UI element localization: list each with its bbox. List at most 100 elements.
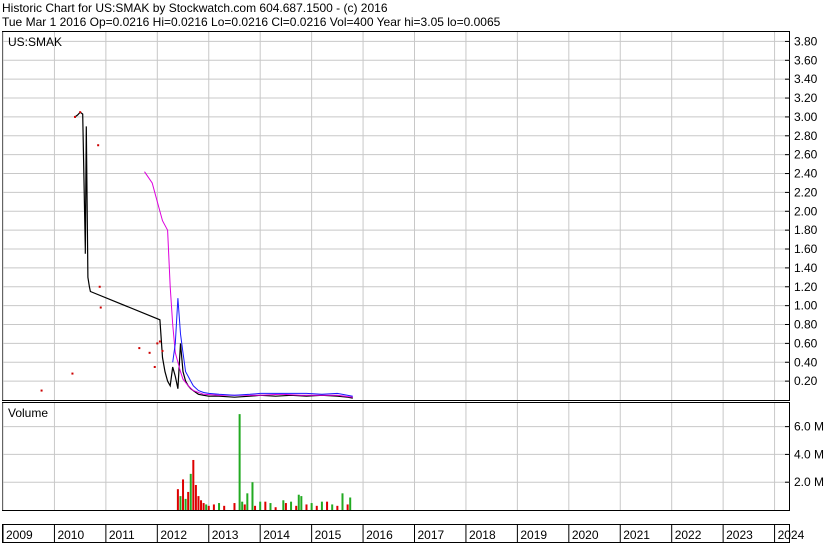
volume-bar	[331, 504, 334, 510]
volume-panel-title: Volume	[8, 406, 48, 420]
axis-ticks: 2009 2010 2011 2012 2013 2014 2015 2016 2017 2018…	[2, 34, 824, 543]
y-tick-label: 1.60	[794, 242, 818, 256]
grid-lines	[2, 32, 790, 510]
volume-bar	[264, 501, 267, 510]
y-tick-label: 2.80	[794, 129, 818, 143]
vol-tick-label: 2.0 M	[794, 475, 824, 489]
volume-bar	[241, 501, 244, 510]
y-tick-label: 2.20	[794, 185, 818, 199]
volume-bar	[300, 496, 303, 510]
price-dot	[148, 351, 151, 354]
y-tick-label: 1.40	[794, 261, 818, 275]
y-tick-label: 1.20	[794, 280, 818, 294]
x-tick-label: 2014	[263, 528, 290, 542]
x-tick-label: 2023	[726, 528, 753, 542]
vol-tick-label: 4.0 M	[794, 447, 824, 461]
y-tick-label: 3.80	[794, 34, 818, 48]
price-dot	[138, 347, 141, 350]
price-dot	[40, 389, 43, 392]
y-tick-label: 3.60	[794, 53, 818, 67]
volume-bar	[269, 503, 272, 510]
volume-bar	[251, 482, 254, 510]
y-tick-label: 0.20	[794, 374, 818, 388]
x-tick-label: 2012	[160, 528, 187, 542]
volume-bar	[233, 503, 236, 510]
volume-bars	[176, 414, 352, 510]
volume-bar	[218, 503, 221, 510]
volume-bar	[184, 498, 187, 510]
x-tick-label: 2010	[57, 528, 84, 542]
price-panel-title: US:SMAK	[8, 35, 62, 49]
y-tick-label: 1.00	[794, 299, 818, 313]
y-tick-label: 3.20	[794, 91, 818, 105]
volume-bar	[212, 504, 215, 510]
stock-chart: 2009 2010 2011 2012 2013 2014 2015 2016 2017 2018…	[2, 31, 824, 543]
y-tick-label: 0.60	[794, 336, 818, 350]
volume-bar	[254, 505, 257, 510]
vol-tick-label: 6.0 M	[794, 420, 824, 434]
y-tick-label: 3.40	[794, 72, 818, 86]
volume-bar	[320, 501, 323, 510]
x-tick-label: 2022	[675, 528, 702, 542]
volume-bar	[176, 489, 179, 510]
price-dot	[98, 285, 101, 288]
volume-bar	[189, 473, 192, 510]
y-tick-label: 0.40	[794, 355, 818, 369]
x-tick-label: 2013	[212, 528, 239, 542]
x-tick-label: 2009	[6, 528, 33, 542]
price-dot	[153, 365, 156, 368]
volume-bar	[259, 501, 262, 510]
x-tick-label: 2018	[469, 528, 496, 542]
price-dot	[156, 342, 159, 345]
y-tick-label: 3.00	[794, 110, 818, 124]
volume-bar	[192, 459, 195, 510]
volume-bar	[282, 500, 285, 510]
volume-bar	[346, 504, 349, 510]
price-dot	[161, 349, 164, 352]
ma_long-line	[144, 171, 353, 398]
volume-bar	[349, 497, 352, 510]
y-tick-label: 1.80	[794, 223, 818, 237]
volume-bar	[179, 496, 182, 510]
volume-bar	[305, 504, 308, 510]
volume-bar	[197, 496, 200, 510]
volume-bar	[243, 504, 246, 510]
volume-bar	[341, 493, 344, 510]
price-dot	[71, 372, 74, 375]
price-dot	[99, 306, 102, 309]
volume-bar	[187, 491, 190, 510]
volume-bar	[297, 494, 300, 510]
x-tick-label: 2017	[418, 528, 445, 542]
x-tick-label: 2021	[623, 528, 650, 542]
volume-bar	[310, 503, 313, 510]
price-dot	[79, 111, 82, 114]
y-tick-label: 2.40	[794, 167, 818, 181]
volume-bar	[200, 500, 203, 510]
x-tick-label: 2024	[778, 528, 805, 542]
volume-bar	[205, 504, 208, 510]
volume-bar	[284, 503, 287, 510]
volume-bar	[326, 501, 329, 510]
y-tick-label: 2.00	[794, 204, 818, 218]
volume-bar	[238, 414, 241, 510]
price-dot	[97, 144, 100, 147]
volume-bar	[246, 493, 249, 510]
y-tick-label: 0.80	[794, 318, 818, 332]
volume-bar	[295, 505, 298, 510]
y-tick-label: 2.60	[794, 148, 818, 162]
volume-bar	[202, 503, 205, 510]
volume-bar	[182, 479, 185, 510]
volume-bar	[315, 505, 318, 510]
price-dot	[74, 115, 77, 118]
volume-bar	[194, 484, 197, 510]
volume-bar	[223, 505, 226, 510]
volume-bar	[290, 501, 293, 510]
x-tick-label: 2020	[572, 528, 599, 542]
volume-bar	[336, 505, 339, 510]
x-tick-label: 2011	[109, 528, 135, 542]
volume-bar	[274, 507, 277, 510]
volume-bar	[207, 505, 210, 510]
x-tick-label: 2015	[315, 528, 342, 542]
price-dot	[158, 340, 161, 343]
x-tick-label: 2019	[520, 528, 547, 542]
